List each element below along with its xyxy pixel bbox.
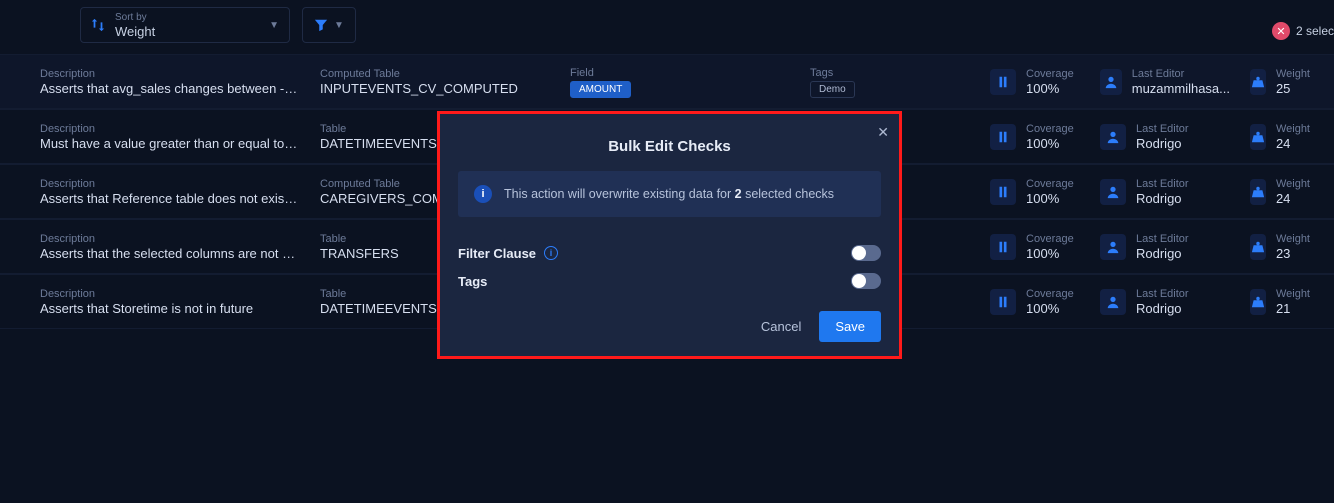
col-value: Rodrigo: [1136, 191, 1189, 207]
funnel-icon: [314, 18, 328, 32]
col-label: Last Editor: [1136, 122, 1189, 136]
chevron-down-icon: ▼: [334, 20, 344, 31]
sort-labels: Sort by Weight: [115, 11, 259, 39]
toolbar: Sort by Weight ▼ ▼: [0, 0, 1334, 54]
col-label: Last Editor: [1132, 67, 1230, 81]
col-label: Coverage: [1026, 232, 1074, 246]
person-icon: [1100, 124, 1126, 150]
col-label: Tags: [810, 66, 970, 80]
save-button[interactable]: Save: [819, 311, 881, 342]
col-value: Asserts that the selected columns are no…: [40, 246, 300, 262]
weight-icon: [1250, 69, 1266, 95]
col-value: 24: [1276, 191, 1310, 207]
coverage-icon: [990, 234, 1016, 260]
col-label: Coverage: [1026, 177, 1074, 191]
col-label: Weight: [1276, 232, 1310, 246]
coverage-icon: [990, 124, 1016, 150]
col-value: 23: [1276, 246, 1310, 262]
tags-row: Tags: [458, 267, 881, 295]
weight-icon: [1250, 124, 1266, 150]
person-icon: [1100, 69, 1122, 95]
col-value: 21: [1276, 301, 1310, 317]
col-value: muzammilhasa...: [1132, 81, 1230, 97]
col-label: Description: [40, 287, 300, 301]
col-value: 100%: [1026, 191, 1074, 207]
sort-by-select[interactable]: Sort by Weight ▼: [80, 7, 290, 43]
info-banner: i This action will overwrite existing da…: [458, 171, 881, 217]
col-value: 100%: [1026, 301, 1074, 317]
tag-badge: Demo: [810, 81, 855, 98]
info-count: 2: [735, 187, 742, 201]
col-value: Asserts that Storetime is not in future: [40, 301, 300, 317]
col-label: Description: [40, 122, 300, 136]
col-label: Coverage: [1026, 67, 1074, 81]
col-label: Weight: [1276, 122, 1310, 136]
col-value: 100%: [1026, 246, 1074, 262]
col-label: Last Editor: [1136, 177, 1189, 191]
col-label: Last Editor: [1136, 232, 1189, 246]
weight-icon: [1250, 234, 1266, 260]
coverage-icon: [990, 69, 1016, 95]
modal-actions: Cancel Save: [458, 295, 881, 342]
info-icon: i: [474, 185, 492, 203]
col-label: Weight: [1276, 177, 1310, 191]
coverage-icon: [990, 289, 1016, 315]
col-value: 100%: [1026, 136, 1074, 152]
info-icon[interactable]: i: [544, 246, 558, 260]
col-label: Last Editor: [1136, 287, 1189, 301]
col-label: Field: [570, 66, 790, 80]
col-value: Rodrigo: [1136, 246, 1189, 262]
weight-icon: [1250, 289, 1266, 315]
sort-by-value: Weight: [115, 25, 259, 39]
person-icon: [1100, 179, 1126, 205]
filter-button[interactable]: ▼: [302, 7, 356, 43]
bulk-edit-modal: ✕ Bulk Edit Checks i This action will ov…: [437, 111, 902, 359]
col-label: Coverage: [1026, 287, 1074, 301]
col-label: Description: [40, 67, 300, 81]
col-value: INPUTEVENTS_CV_COMPUTED: [320, 81, 550, 97]
filter-clause-toggle[interactable]: [851, 245, 881, 261]
cancel-button[interactable]: Cancel: [761, 319, 801, 334]
col-value: 24: [1276, 136, 1310, 152]
col-value: Rodrigo: [1136, 136, 1189, 152]
col-label: Computed Table: [320, 67, 550, 81]
col-value: Asserts that Reference table does not ex…: [40, 191, 300, 207]
col-label: Weight: [1276, 67, 1310, 81]
field-badge: AMOUNT: [570, 81, 631, 98]
close-icon[interactable]: ✕: [1272, 22, 1290, 40]
filter-clause-row: Filter Clause i: [458, 239, 881, 267]
col-label: Coverage: [1026, 122, 1074, 136]
sort-by-label: Sort by: [115, 11, 259, 25]
selection-count-text: 2 selec: [1296, 24, 1334, 38]
col-value: Rodrigo: [1136, 301, 1189, 317]
col-label: Description: [40, 177, 300, 191]
col-value: Must have a value greater than or equal …: [40, 136, 300, 152]
weight-icon: [1250, 179, 1266, 205]
tags-toggle[interactable]: [851, 273, 881, 289]
person-icon: [1100, 234, 1126, 260]
col-value: 25: [1276, 81, 1310, 97]
table-row[interactable]: Description Asserts that avg_sales chang…: [0, 54, 1334, 109]
col-value: Asserts that avg_sales changes between -…: [40, 81, 300, 97]
person-icon: [1100, 289, 1126, 315]
close-icon[interactable]: ✕: [877, 124, 889, 141]
modal-title: Bulk Edit Checks: [458, 132, 881, 171]
selection-pill[interactable]: ✕ 2 selec: [1272, 22, 1334, 40]
chevron-down-icon: ▼: [269, 20, 279, 31]
info-text: This action will overwrite existing data…: [504, 187, 834, 201]
info-suffix: selected checks: [742, 187, 834, 201]
tags-label: Tags: [458, 274, 487, 289]
coverage-icon: [990, 179, 1016, 205]
filter-clause-label: Filter Clause: [458, 246, 536, 261]
sort-icon: [91, 18, 105, 32]
col-value: 100%: [1026, 81, 1074, 97]
info-prefix: This action will overwrite existing data…: [504, 187, 735, 201]
col-label: Weight: [1276, 287, 1310, 301]
col-label: Description: [40, 232, 300, 246]
